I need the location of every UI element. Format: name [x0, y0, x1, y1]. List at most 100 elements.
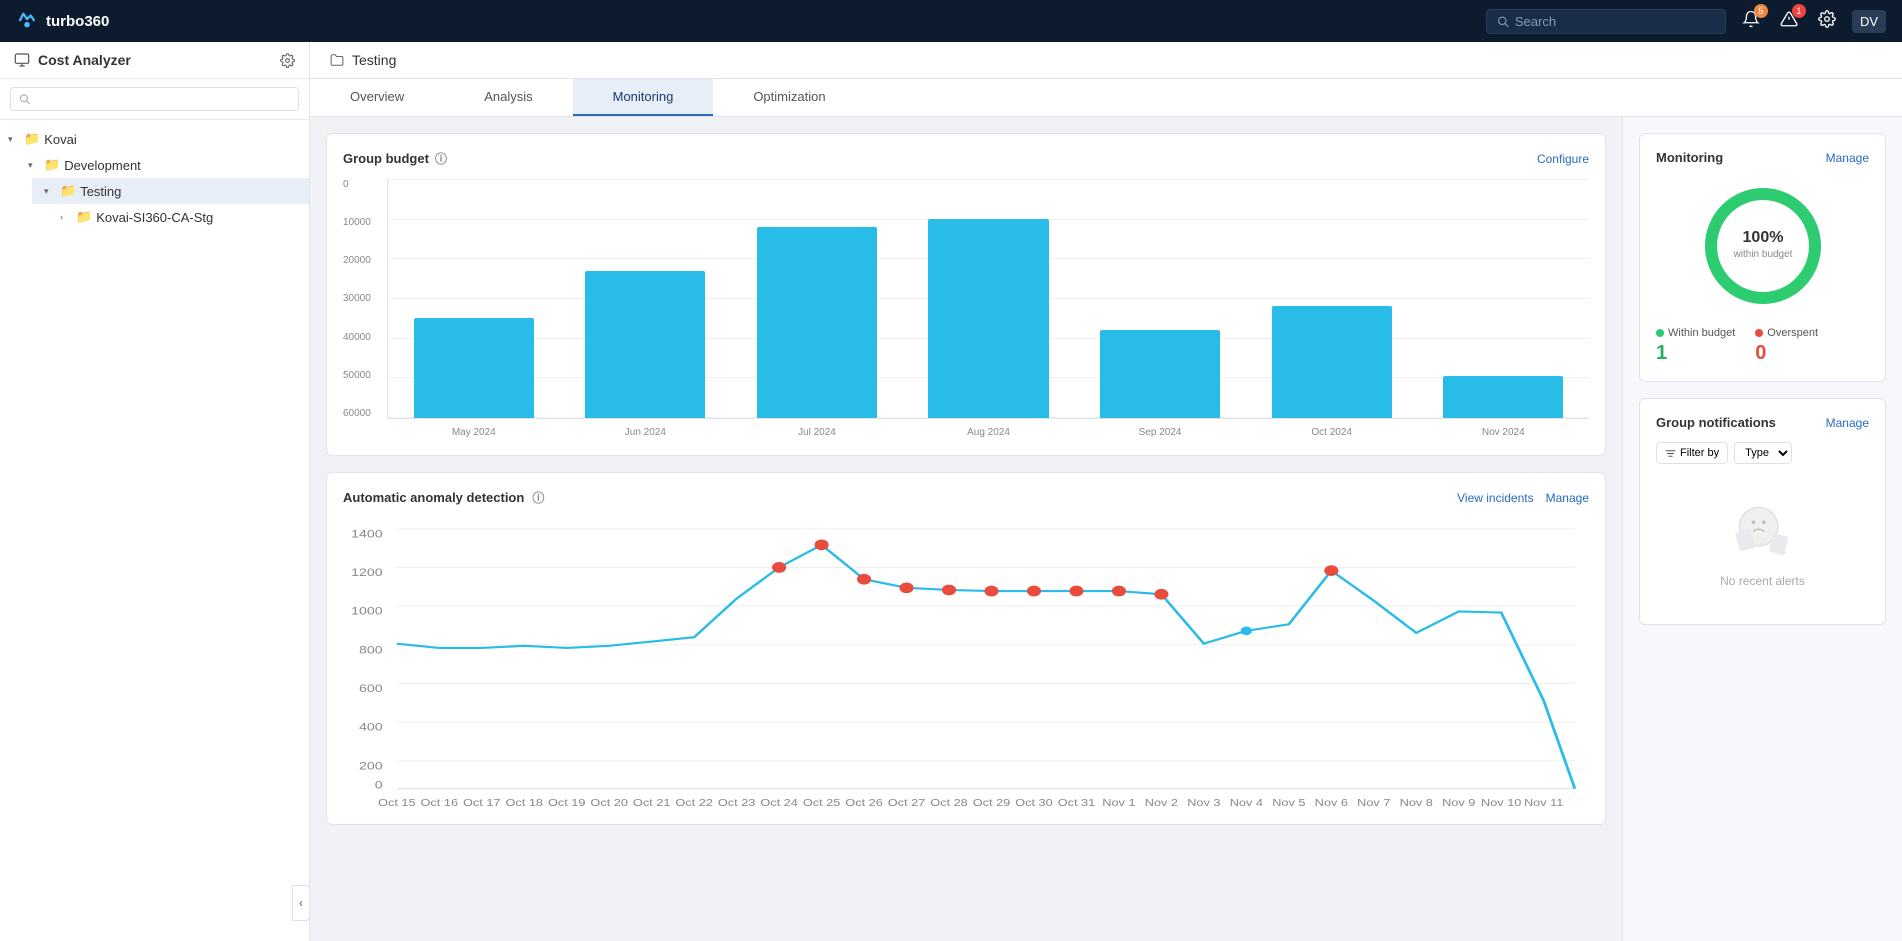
monitoring-manage-link[interactable]: Manage	[1826, 151, 1869, 165]
search-box[interactable]	[1486, 9, 1726, 34]
sidebar-search[interactable]	[10, 87, 299, 111]
bars-container: May 2024 Jun 2024 Jul 2024	[387, 179, 1589, 419]
tree-item-kovai[interactable]: ▾ 📁 Kovai	[0, 126, 309, 152]
svg-text:Nov 11: Nov 11	[1524, 798, 1563, 808]
svg-text:400: 400	[359, 721, 383, 733]
chevron-down-icon: ▾	[44, 186, 56, 197]
settings-btn[interactable]	[1814, 6, 1840, 37]
svg-text:Nov 2: Nov 2	[1145, 798, 1178, 808]
svg-text:Oct 27: Oct 27	[888, 798, 925, 808]
folder-icon: 📁	[24, 131, 40, 147]
svg-text:Oct 16: Oct 16	[421, 798, 458, 808]
alerts-badge: 1	[1792, 4, 1806, 18]
svg-text:600: 600	[359, 683, 383, 695]
tree-item-development[interactable]: ▾ 📁 Development	[16, 152, 309, 178]
bar-group: Sep 2024	[1074, 179, 1246, 418]
svg-text:Nov 1: Nov 1	[1102, 798, 1135, 808]
alerts-btn[interactable]: 1	[1776, 6, 1802, 37]
tree-item-label: Kovai	[44, 132, 77, 147]
svg-text:1400: 1400	[351, 528, 382, 540]
svg-text:0: 0	[375, 779, 383, 791]
bar	[1443, 376, 1563, 418]
bar-label: Sep 2024	[1139, 427, 1182, 438]
tree-item-label: Testing	[80, 184, 121, 199]
tree-item-kovai-si360[interactable]: › 📁 Kovai-SI360-CA-Stg	[48, 204, 309, 230]
tab-analysis[interactable]: Analysis	[444, 79, 572, 116]
svg-text:Oct 17: Oct 17	[463, 798, 500, 808]
filter-row: Filter by Type	[1656, 442, 1869, 464]
bar-group: Jul 2024	[731, 179, 903, 418]
svg-text:Oct 19: Oct 19	[548, 798, 585, 808]
svg-text:Nov 3: Nov 3	[1187, 798, 1220, 808]
manage-anomaly-link[interactable]: Manage	[1546, 491, 1589, 505]
tab-overview[interactable]: Overview	[310, 79, 444, 116]
bar-group: Oct 2024	[1246, 179, 1418, 418]
main-panels: Group budget ⓘ Configure 60000 50000 400…	[310, 117, 1622, 941]
chevron-down-icon: ▾	[28, 160, 40, 171]
anomaly-dot	[1027, 586, 1041, 597]
search-input[interactable]	[1515, 14, 1715, 29]
folder-page-icon	[330, 53, 344, 67]
right-panel: Monitoring Manage 100% within budget	[1622, 117, 1902, 941]
anomaly-dot	[899, 582, 913, 593]
svg-text:Nov 5: Nov 5	[1272, 798, 1305, 808]
svg-text:Oct 20: Oct 20	[590, 798, 627, 808]
sidebar-search-input[interactable]	[36, 92, 290, 106]
svg-text:Oct 24: Oct 24	[760, 798, 797, 808]
configure-link[interactable]: Configure	[1537, 152, 1589, 166]
content-area: Group budget ⓘ Configure 60000 50000 400…	[310, 117, 1902, 941]
top-nav: turbo360 5 1	[0, 0, 1902, 42]
top-nav-actions: 5 1 DV	[1486, 6, 1886, 37]
brand-logo	[16, 10, 38, 32]
anomaly-line	[397, 545, 1575, 789]
svg-text:Nov 10: Nov 10	[1481, 798, 1521, 808]
anomaly-dot	[1069, 586, 1083, 597]
user-avatar[interactable]: DV	[1852, 10, 1886, 33]
chevron-right-icon: ›	[60, 212, 72, 222]
sidebar-search-row	[0, 79, 309, 120]
collapse-sidebar-btn[interactable]: ‹	[292, 885, 310, 921]
bar-group: Nov 2024	[1417, 179, 1589, 418]
anomaly-card: Automatic anomaly detection ⓘ View incid…	[326, 472, 1606, 825]
group-budget-title: Group budget ⓘ	[343, 150, 447, 167]
notifications-title: Group notifications	[1656, 415, 1776, 430]
info-icon[interactable]: ⓘ	[532, 489, 544, 506]
bar-label: Jun 2024	[625, 427, 666, 438]
anomaly-header: Automatic anomaly detection ⓘ View incid…	[343, 489, 1589, 506]
filter-by-btn[interactable]: Filter by	[1656, 442, 1728, 464]
bar	[928, 219, 1048, 418]
tab-monitoring[interactable]: Monitoring	[573, 79, 714, 116]
bar	[585, 271, 705, 418]
anomaly-svg: 1400 1200 1000 800 600 400 200 0	[343, 518, 1589, 808]
view-incidents-link[interactable]: View incidents	[1457, 491, 1534, 505]
within-budget-stat: Within budget 1	[1656, 327, 1735, 365]
overspent-value: 0	[1755, 342, 1818, 365]
sidebar-header: Cost Analyzer	[0, 42, 309, 79]
notifications-manage-link[interactable]: Manage	[1826, 416, 1869, 430]
svg-text:Nov 6: Nov 6	[1315, 798, 1348, 808]
filter-icon	[1665, 448, 1676, 459]
tab-optimization[interactable]: Optimization	[713, 79, 865, 116]
anomaly-dot	[1154, 589, 1168, 600]
anomaly-dot	[1324, 565, 1338, 576]
type-select[interactable]: Type	[1734, 442, 1792, 464]
folder-icon: 📁	[44, 157, 60, 173]
svg-text:Nov 9: Nov 9	[1442, 798, 1475, 808]
svg-text:1200: 1200	[351, 567, 382, 579]
monitoring-card-header: Monitoring Manage	[1656, 150, 1869, 165]
svg-text:Oct 21: Oct 21	[633, 798, 670, 808]
notifications-btn[interactable]: 5	[1738, 6, 1764, 37]
app-body: Cost Analyzer ▾ 📁 Kovai	[0, 42, 1902, 941]
tree-item-testing[interactable]: ▾ 📁 Testing	[32, 178, 309, 204]
sidebar-settings-icon[interactable]	[280, 53, 295, 68]
bar-group: Jun 2024	[560, 179, 732, 418]
svg-text:Oct 15: Oct 15	[378, 798, 415, 808]
tree-item-label: Kovai-SI360-CA-Stg	[96, 210, 213, 225]
data-dot	[1241, 626, 1252, 635]
bar-label: Nov 2024	[1482, 427, 1525, 438]
svg-text:Oct 28: Oct 28	[930, 798, 967, 808]
info-icon[interactable]: ⓘ	[435, 150, 447, 167]
svg-text:Nov 8: Nov 8	[1400, 798, 1433, 808]
line-chart: 1400 1200 1000 800 600 400 200 0	[343, 518, 1589, 808]
bar-label: Jul 2024	[798, 427, 836, 438]
